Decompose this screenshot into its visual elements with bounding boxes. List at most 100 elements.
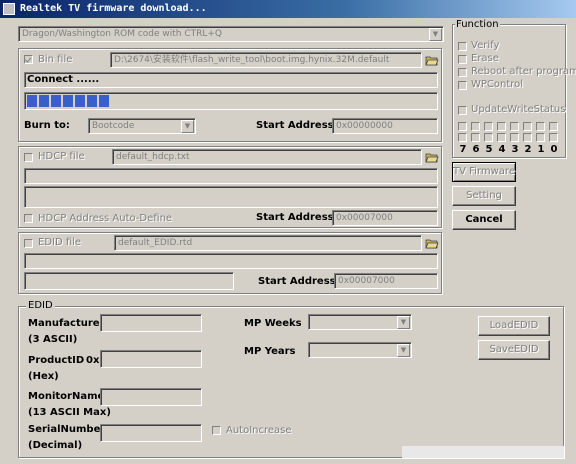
edid-start-address-field[interactable]: 0x00007000 [334, 273, 438, 289]
tv-firmware-button[interactable]: TV Firmware [452, 162, 516, 182]
edid-file-label: EDID file [38, 237, 82, 248]
bit-checkbox-3[interactable] [510, 122, 519, 131]
edid-file-checkbox[interactable] [24, 239, 33, 248]
edid-file-path: default_EDID.rtd [118, 238, 193, 248]
bit-label: 7 [459, 144, 467, 155]
bit-label: 0 [550, 144, 558, 155]
hdcp-start-address-value: 0x00007000 [336, 213, 393, 223]
save-edid-button[interactable]: SaveEDID [478, 340, 550, 360]
edid-progress-bar [24, 272, 234, 290]
product-id-sub-label: (Hex) [28, 371, 59, 382]
manufacture-id-sub-label: (3 ASCII) [28, 334, 78, 345]
folder-open-icon[interactable] [425, 55, 439, 66]
progress-segment [51, 95, 61, 107]
bit-checkbox-lower-7[interactable] [458, 133, 467, 142]
bit-checkbox-lower-4[interactable] [497, 133, 506, 142]
auto-increase-label: AutoIncrease [226, 425, 292, 436]
bit-label: 3 [511, 144, 519, 155]
progress-segment [27, 95, 37, 107]
function-group-label: Function [455, 19, 500, 31]
function-option-label: WPControl [471, 79, 524, 90]
hdcp-file-path: default_hdcp.txt [116, 152, 190, 162]
hdcp-auto-define-checkbox[interactable] [24, 214, 33, 223]
mp-years-select[interactable]: ▼ [308, 342, 412, 358]
progress-segment [39, 95, 49, 107]
rom-mode-select[interactable]: Dragon/Washington ROM code with CTRL+Q ▼ [18, 26, 444, 42]
bit-checkbox-4[interactable] [497, 122, 506, 131]
bit-checkbox-5[interactable] [484, 122, 493, 131]
bit-checkbox-1[interactable] [536, 122, 545, 131]
folder-open-icon[interactable] [425, 152, 439, 163]
status-strip [402, 446, 564, 458]
function-option-checkbox[interactable] [458, 42, 467, 51]
serial-number-label: SerialNumber [28, 424, 106, 435]
hdcp-file-path-field[interactable]: default_hdcp.txt [112, 149, 422, 165]
product-id-prefix: 0x [86, 355, 100, 366]
mp-weeks-select[interactable]: ▼ [308, 314, 412, 330]
function-option-label: Erase [471, 53, 499, 64]
chevron-down-icon[interactable]: ▼ [181, 120, 194, 133]
window-title: Realtek TV firmware download... [20, 3, 207, 14]
mp-weeks-label: MP Weeks [244, 318, 302, 329]
folder-open-icon[interactable] [425, 238, 439, 249]
hdcp-progress-bar [24, 186, 438, 208]
bit-checkbox-lower-5[interactable] [484, 133, 493, 142]
serial-number-input[interactable] [100, 424, 202, 442]
bit-label: 1 [537, 144, 545, 155]
chevron-down-icon[interactable]: ▼ [397, 344, 410, 357]
bit-label: 6 [472, 144, 480, 155]
bin-file-checkbox[interactable] [24, 55, 33, 64]
title-bar[interactable]: Realtek TV firmware download... [0, 0, 576, 18]
bin-file-path-field[interactable]: D:\2674\安装软件\flash_write_tool\boot.img.h… [110, 52, 422, 68]
progress-segment [87, 95, 97, 107]
start-address-field[interactable]: 0x00000000 [332, 118, 438, 134]
load-edid-button[interactable]: LoadEDID [478, 316, 550, 336]
edid-status-field [24, 253, 438, 269]
cancel-button[interactable]: Cancel [452, 210, 516, 230]
hdcp-start-address-field[interactable]: 0x00007000 [332, 210, 438, 226]
setting-button[interactable]: Setting [452, 186, 516, 206]
bit-checkbox-lower-0[interactable] [549, 133, 558, 142]
function-option-checkbox[interactable] [458, 68, 467, 77]
bit-checkbox-2[interactable] [523, 122, 532, 131]
manufacture-id-input[interactable] [100, 314, 202, 332]
mp-years-label: MP Years [244, 346, 296, 357]
auto-increase-checkbox[interactable] [212, 426, 221, 435]
product-id-input[interactable] [100, 350, 202, 368]
bit-checkbox-lower-3[interactable] [510, 133, 519, 142]
update-write-status-checkbox[interactable] [458, 106, 467, 115]
burn-to-select[interactable]: Bootcode ▼ [88, 118, 196, 134]
edid-start-address-value: 0x00007000 [338, 276, 395, 286]
start-address-label: Start Address: [256, 120, 338, 131]
bit-checkbox-6[interactable] [471, 122, 480, 131]
function-option-label: Verify [471, 40, 500, 51]
tv-firmware-label: TV Firmware [453, 166, 515, 177]
progress-segment [63, 95, 73, 107]
save-edid-label: SaveEDID [489, 344, 539, 355]
bit-checkbox-7[interactable] [458, 122, 467, 131]
bit-checkbox-0[interactable] [549, 122, 558, 131]
chevron-down-icon[interactable]: ▼ [429, 28, 442, 41]
hdcp-file-checkbox[interactable] [24, 153, 33, 162]
burn-to-label: Burn to: [24, 120, 70, 131]
hdcp-auto-define-label: HDCP Address Auto-Define [38, 213, 173, 224]
update-write-status-label: UpdateWriteStatus [471, 104, 566, 115]
bin-file-path: D:\2674\安装软件\flash_write_tool\boot.img.h… [114, 55, 390, 65]
hdcp-file-label: HDCP file [38, 151, 85, 162]
burn-to-value: Bootcode [92, 121, 135, 131]
chevron-down-icon[interactable]: ▼ [397, 316, 410, 329]
status-field: Connect ...... [24, 72, 438, 88]
edid-start-address-label: Start Address: [258, 276, 340, 287]
monitor-name-input[interactable] [100, 388, 202, 406]
edid-file-path-field[interactable]: default_EDID.rtd [114, 235, 422, 251]
bit-checkbox-lower-6[interactable] [471, 133, 480, 142]
serial-number-sub-label: (Decimal) [28, 440, 83, 451]
app-icon [3, 3, 15, 15]
function-option-checkbox[interactable] [458, 55, 467, 64]
bit-checkbox-lower-1[interactable] [536, 133, 545, 142]
function-option-checkbox[interactable] [458, 81, 467, 90]
hdcp-start-address-label: Start Address: [256, 212, 338, 223]
monitor-name-label: MonitorName [28, 391, 105, 402]
bit-checkbox-lower-2[interactable] [523, 133, 532, 142]
progress-segment [75, 95, 85, 107]
